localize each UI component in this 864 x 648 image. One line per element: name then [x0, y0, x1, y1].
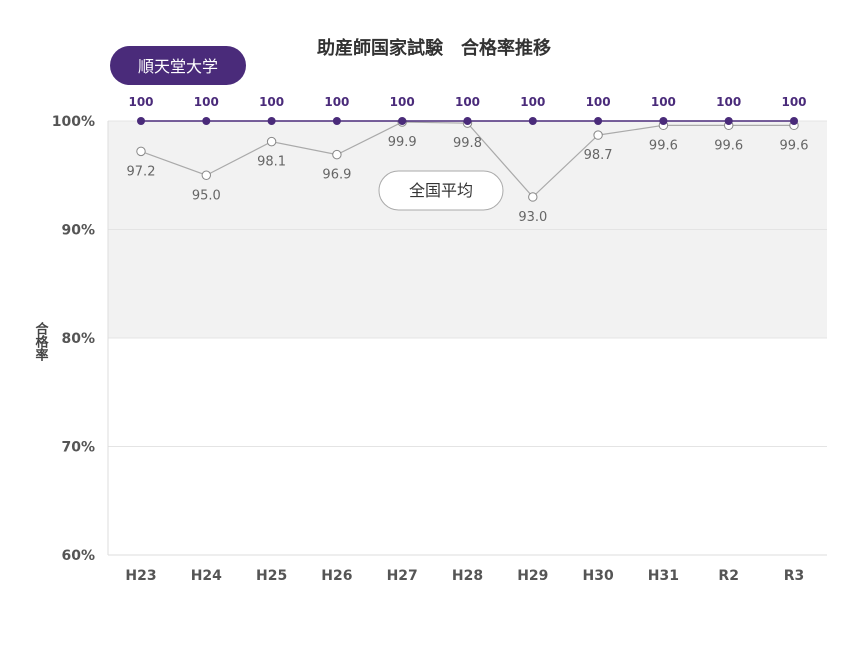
national-average-point	[593, 130, 603, 140]
y-tick-label: 60%	[61, 548, 95, 564]
juntendo-data-label: 100	[781, 95, 806, 109]
juntendo-point	[724, 117, 733, 125]
pass-rate-chart: 助産師国家試験 合格率推移 60% 70% 80% 90% 100% H23 H24 H25…	[33, 37, 827, 584]
x-tick-label: H24	[191, 568, 222, 584]
national-average-point	[266, 136, 277, 147]
national-average-point	[201, 170, 212, 180]
x-tick-label: H31	[648, 568, 679, 584]
y-tick-label: 70%	[61, 440, 95, 456]
legend-national-average: 全国平均	[378, 170, 504, 211]
national-average-data-label: 99.6	[649, 138, 678, 153]
juntendo-point	[528, 117, 537, 125]
national-average-data-label: 98.1	[257, 155, 286, 170]
national-average-data-label: 97.2	[127, 164, 156, 179]
national-average-data-label: 98.7	[584, 148, 613, 163]
y-tick-label: 100%	[52, 114, 95, 130]
juntendo-data-label: 100	[128, 95, 153, 109]
national-average-point	[136, 146, 146, 157]
juntendo-data-label: 100	[586, 95, 611, 109]
national-average-point	[528, 192, 538, 202]
chart-title: 助産師国家試験 合格率推移	[317, 37, 551, 59]
national-average-data-label: 99.6	[780, 138, 809, 153]
juntendo-point	[267, 117, 276, 125]
x-tick-label: R2	[718, 568, 739, 584]
juntendo-point	[398, 117, 407, 125]
juntendo-point	[332, 117, 341, 125]
y-tick-label: 80%	[61, 331, 95, 347]
y-tick-label: 90%	[61, 223, 95, 239]
national-average-point	[332, 149, 342, 160]
legend-juntendo-label: 順天堂大学	[138, 57, 218, 76]
legend-juntendo: 順天堂大学	[110, 46, 246, 85]
y-tick-labels: 60% 70% 80% 90% 100%	[52, 114, 95, 564]
y-axis-label: 合格率	[33, 321, 49, 362]
series-juntendo: 100 100 100 100 100 100 100 100 100 100 100	[128, 95, 807, 125]
juntendo-point	[137, 117, 145, 125]
x-tick-label: R3	[784, 568, 805, 584]
juntendo-data-label: 100	[324, 95, 349, 109]
juntendo-data-label: 100	[194, 95, 219, 109]
legend-national-average-label: 全国平均	[409, 181, 473, 200]
juntendo-point	[790, 117, 798, 125]
juntendo-data-label: 100	[259, 95, 284, 109]
juntendo-point	[463, 117, 472, 125]
juntendo-data-label: 100	[651, 95, 676, 109]
national-average-data-label: 99.9	[388, 135, 417, 150]
juntendo-data-label: 100	[520, 95, 545, 109]
national-average-data-label: 99.8	[453, 136, 482, 151]
national-average-data-label: 96.9	[322, 168, 351, 183]
x-tick-label: H26	[321, 568, 352, 584]
national-average-data-label: 99.6	[714, 138, 743, 153]
national-average-data-label: 93.0	[518, 210, 547, 225]
national-average-data-label: 95.0	[192, 188, 221, 203]
juntendo-point	[659, 117, 668, 125]
x-tick-label: H29	[517, 568, 548, 584]
x-tick-label: H23	[125, 568, 156, 584]
juntendo-data-label: 100	[455, 95, 480, 109]
x-tick-label: H25	[256, 568, 287, 584]
juntendo-point	[202, 117, 211, 125]
x-tick-labels: H23 H24 H25 H26 H27 H28 H29 H30 H31 R2 R3	[125, 568, 804, 584]
juntendo-data-label: 100	[716, 95, 741, 109]
x-tick-label: H27	[387, 568, 418, 584]
x-tick-label: H28	[452, 568, 483, 584]
juntendo-data-label: 100	[390, 95, 415, 109]
juntendo-point	[594, 117, 603, 125]
x-tick-label: H30	[582, 568, 613, 584]
